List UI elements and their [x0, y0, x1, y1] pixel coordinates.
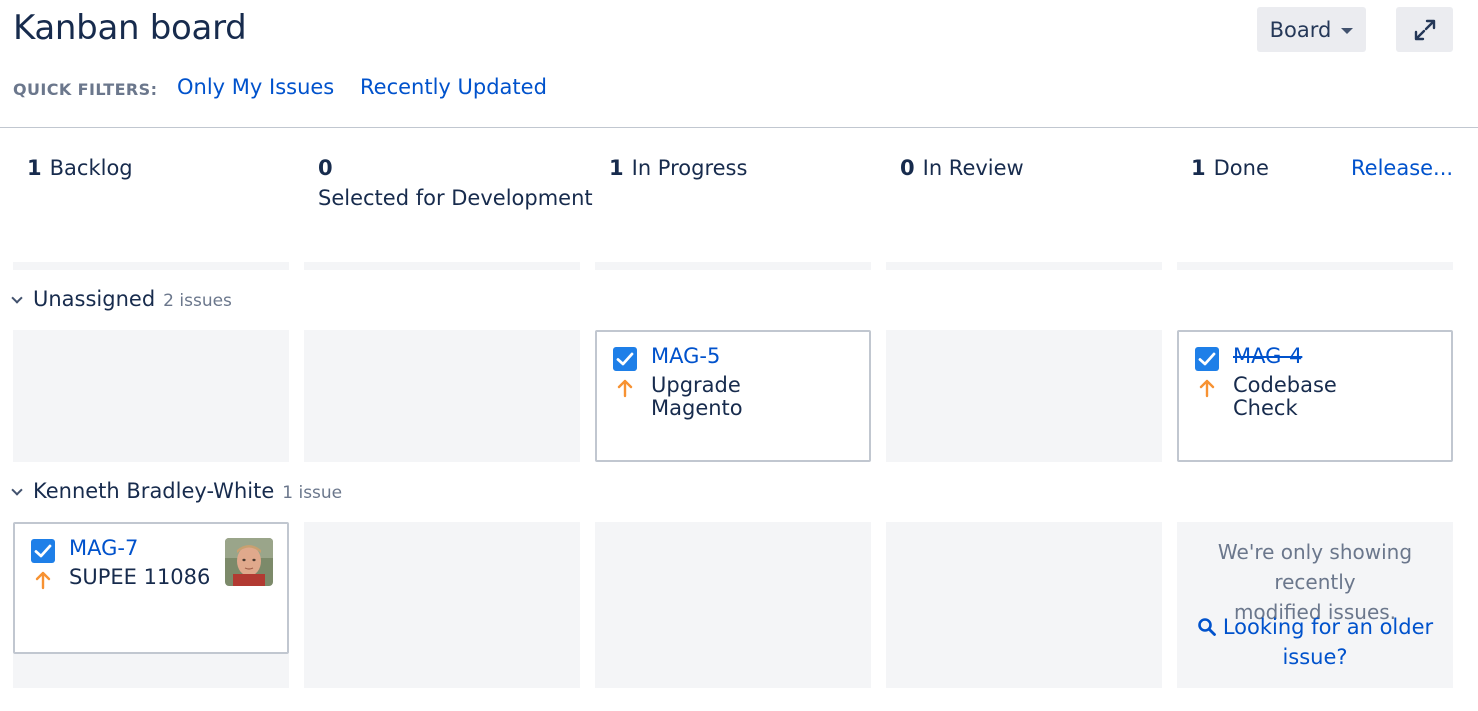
swimlane-name: Unassigned — [33, 287, 156, 311]
older-issue-search-link[interactable]: Looking for an older issue? — [1177, 612, 1453, 672]
filter-recently-updated[interactable]: Recently Updated — [360, 75, 547, 99]
priority-high-arrow-icon — [1199, 379, 1215, 398]
chevron-down-icon — [11, 484, 23, 496]
column-name: In Progress — [631, 156, 748, 180]
caret-down-icon — [1341, 27, 1354, 34]
board-cell — [13, 654, 289, 688]
swimlane-header-unassigned[interactable]: Unassigned 2 issues — [11, 287, 232, 311]
column-bar — [1177, 262, 1453, 270]
priority-high-arrow-icon — [617, 379, 633, 398]
task-checkbox-icon — [613, 347, 637, 371]
page-title: Kanban board — [13, 8, 247, 48]
column-header-selected: 0 Selected for Development — [318, 153, 593, 213]
board-cell — [13, 330, 289, 462]
column-name: Backlog — [49, 156, 133, 180]
board-menu-button[interactable]: Board — [1257, 7, 1366, 52]
column-bar — [595, 262, 871, 270]
issue-card-mag-4[interactable]: MAG-4 Codebase Check — [1177, 330, 1453, 462]
issue-key-link[interactable]: MAG-5 — [651, 344, 720, 368]
board-cell — [886, 522, 1162, 688]
column-header-backlog: 1 Backlog — [27, 153, 133, 183]
board-cell — [304, 330, 580, 462]
column-name: Done — [1213, 156, 1269, 180]
board-cell — [886, 330, 1162, 462]
column-bar — [13, 262, 289, 270]
user-avatar-image — [225, 538, 273, 586]
issue-summary: Upgrade Magento — [651, 373, 743, 420]
column-count: 0 — [900, 156, 915, 180]
issue-summary: Codebase Check — [1233, 373, 1337, 420]
task-checkbox-icon — [31, 539, 55, 563]
priority-high-arrow-icon — [35, 571, 51, 590]
column-name: Selected for Development — [318, 186, 593, 210]
issue-key-link[interactable]: MAG-4 — [1233, 344, 1302, 368]
task-checkbox-icon — [1195, 347, 1219, 371]
board-cell — [595, 522, 871, 688]
chevron-down-icon — [11, 292, 23, 304]
fullscreen-button[interactable] — [1396, 7, 1453, 52]
header-divider — [0, 127, 1478, 128]
filter-only-my-issues[interactable]: Only My Issues — [177, 75, 334, 99]
quick-filters-label: QUICK FILTERS: — [13, 80, 158, 99]
column-header-in-review: 0 In Review — [900, 153, 1024, 183]
issue-key-link[interactable]: MAG-7 — [69, 536, 138, 560]
avatar[interactable] — [225, 538, 273, 586]
expand-arrows-icon — [1414, 19, 1435, 40]
column-name: In Review — [922, 156, 1024, 180]
issue-card-mag-5[interactable]: MAG-5 Upgrade Magento — [595, 330, 871, 462]
swimlane-issue-count: 1 issue — [282, 483, 343, 503]
column-count: 1 — [27, 156, 42, 180]
board-cell — [304, 522, 580, 688]
column-header-in-progress: 1 In Progress — [609, 153, 747, 183]
issue-card-mag-7[interactable]: MAG-7 SUPEE 11086 — [13, 522, 289, 654]
swimlane-name: Kenneth Bradley-White — [33, 479, 275, 503]
swimlane-issue-count: 2 issues — [163, 291, 232, 311]
column-count: 1 — [609, 156, 624, 180]
column-count: 1 — [1191, 156, 1206, 180]
column-bar — [304, 262, 580, 270]
swimlane-header-kenneth-bradley-white[interactable]: Kenneth Bradley-White 1 issue — [11, 479, 343, 503]
board-menu-label: Board — [1269, 17, 1332, 42]
release-link[interactable]: Release... — [1351, 153, 1453, 183]
column-header-done: 1 Done — [1191, 153, 1269, 183]
issue-summary: SUPEE 11086 — [69, 565, 211, 589]
column-bar — [886, 262, 1162, 270]
column-count: 0 — [318, 156, 333, 180]
search-icon — [1198, 618, 1216, 636]
